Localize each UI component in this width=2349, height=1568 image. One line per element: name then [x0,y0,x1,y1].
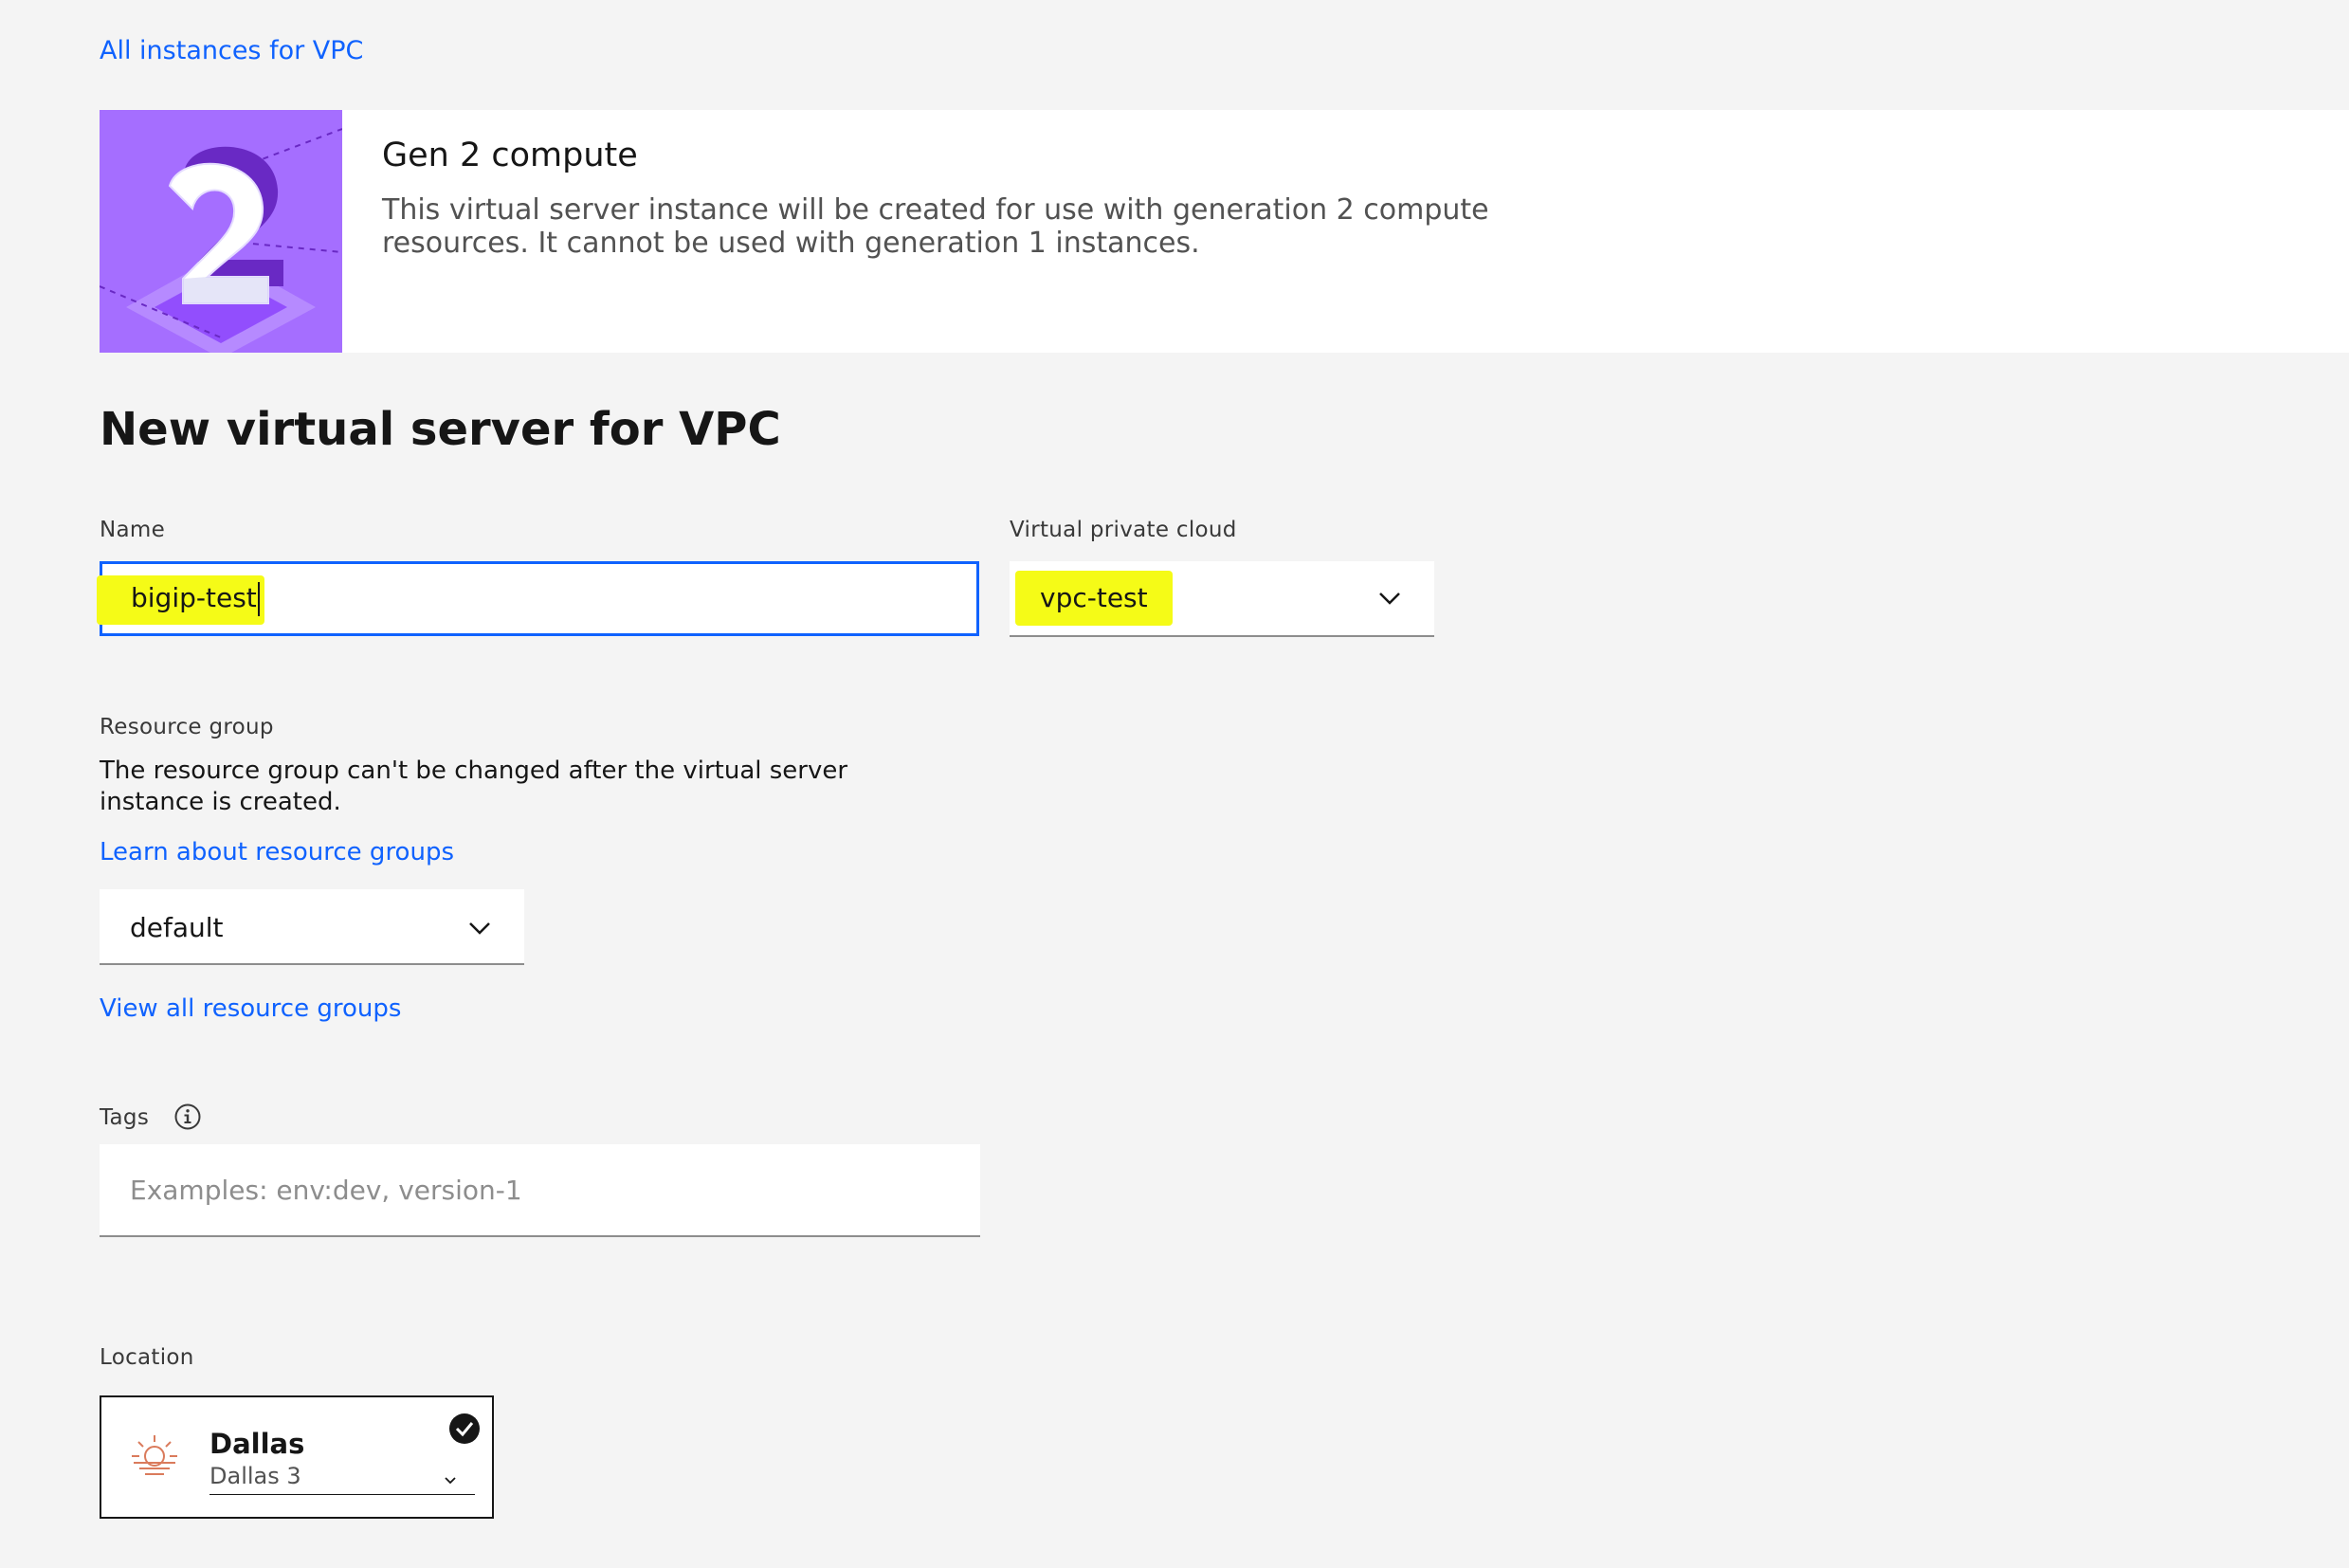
resource-group-select[interactable]: default [100,889,524,965]
location-label: Location [100,1345,194,1370]
resource-group-label: Resource group [100,715,274,739]
info-icon[interactable] [173,1103,202,1131]
learn-resource-groups-link[interactable]: Learn about resource groups [100,838,454,866]
location-zone-value: Dallas 3 [209,1463,301,1489]
tags-label: Tags [100,1105,150,1130]
location-zone-select[interactable]: Dallas 3 [209,1463,475,1495]
name-label: Name [100,518,166,542]
checkmark-filled-icon [449,1413,480,1444]
gen2-illustration-icon [100,110,342,353]
gen2-banner: Gen 2 compute This virtual server instan… [100,110,2349,353]
banner-description: This virtual server instance will be cre… [382,193,1489,260]
tags-input-container [100,1144,980,1237]
resource-group-value: default [130,912,224,943]
chevron-down-icon [1379,593,1400,605]
banner-title: Gen 2 compute [382,137,638,174]
chevron-down-icon [445,1477,456,1485]
view-all-resource-groups-link[interactable]: View all resource groups [100,994,401,1023]
resource-group-help-text: The resource group can't be changed afte… [100,757,848,816]
text-caret [257,582,260,616]
vpc-value: vpc-test [1040,582,1148,613]
location-region-name: Dallas [209,1428,305,1460]
name-value: bigip-test [131,582,257,613]
page-title: New virtual server for VPC [100,403,781,456]
breadcrumb-all-instances-link[interactable]: All instances for VPC [100,36,363,65]
sun-icon [132,1435,177,1475]
tags-input[interactable] [100,1144,980,1235]
location-tile-dallas[interactable]: Dallas Dallas 3 [100,1395,494,1519]
chevron-down-icon [469,922,490,935]
vpc-label: Virtual private cloud [1010,518,1237,542]
vpc-select[interactable]: vpc-test [1010,561,1434,637]
name-input[interactable]: bigip-test [97,561,979,636]
